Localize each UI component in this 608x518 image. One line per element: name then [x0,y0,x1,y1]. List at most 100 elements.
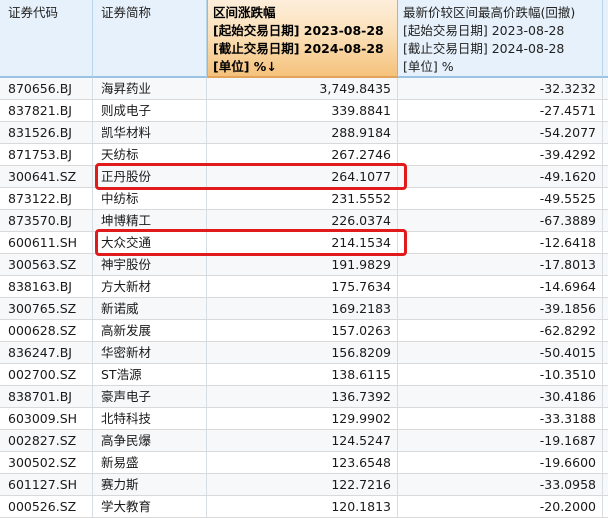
cell-drawdown[interactable]: -14.6964 [398,276,603,297]
cell-drawdown[interactable]: -54.2077 [398,122,603,143]
cell-name[interactable]: 则成电子 [93,100,207,121]
cell-code[interactable]: 600611.SH [0,232,93,253]
cell-interval_change[interactable]: 120.1813 [207,496,398,517]
table-row[interactable]: 002700.SZ ST浩源 138.6115 -10.3510 [0,364,608,386]
column-header-interval-change[interactable]: 区间涨跌幅 [起始交易日期] 2023-08-28 [截止交易日期] 2024-… [207,0,398,78]
cell-code[interactable]: 000526.SZ [0,496,93,517]
cell-code[interactable]: 000628.SZ [0,320,93,341]
cell-code[interactable]: 002827.SZ [0,430,93,451]
cell-name[interactable]: 高新发展 [93,320,207,341]
cell-interval_change[interactable]: 124.5247 [207,430,398,451]
cell-interval_change[interactable]: 138.6115 [207,364,398,385]
cell-name[interactable]: 大众交通 [93,232,207,253]
cell-drawdown[interactable]: -27.4571 [398,100,603,121]
cell-drawdown[interactable]: -19.1687 [398,430,603,451]
cell-interval_change[interactable]: 129.9902 [207,408,398,429]
table-row[interactable]: 000628.SZ 高新发展 157.0263 -62.8292 [0,320,608,342]
table-row[interactable]: 601127.SH 赛力斯 122.7216 -33.0958 [0,474,608,496]
cell-interval_change[interactable]: 191.9829 [207,254,398,275]
table-row[interactable]: 300641.SZ 正丹股份 264.1077 -49.1620 [0,163,608,190]
cell-drawdown[interactable]: -50.4015 [398,342,603,363]
cell-interval_change[interactable]: 136.7392 [207,386,398,407]
cell-name[interactable]: 豪声电子 [93,386,207,407]
cell-drawdown[interactable]: -20.2000 [398,496,603,517]
cell-interval_change[interactable]: 288.9184 [207,122,398,143]
cell-code[interactable]: 002700.SZ [0,364,93,385]
cell-name[interactable]: 正丹股份 [93,166,207,187]
column-header-drawdown[interactable]: 最新价较区间最高价跌幅(回撤) [起始交易日期] 2023-08-28 [截止交… [398,0,603,78]
cell-drawdown[interactable]: -17.8013 [398,254,603,275]
cell-name[interactable]: 神宇股份 [93,254,207,275]
cell-code[interactable]: 300765.SZ [0,298,93,319]
cell-interval_change[interactable]: 156.8209 [207,342,398,363]
cell-name[interactable]: 赛力斯 [93,474,207,495]
table-row[interactable]: 300563.SZ 神宇股份 191.9829 -17.8013 [0,254,608,276]
table-row[interactable]: 838163.BJ 方大新材 175.7634 -14.6964 [0,276,608,298]
table-row[interactable]: 873570.BJ 坤博精工 226.0374 -67.3889 [0,210,608,232]
table-row[interactable]: 300502.SZ 新易盛 123.6548 -19.6600 [0,452,608,474]
cell-name[interactable]: 高争民爆 [93,430,207,451]
sort-descending-icon[interactable]: ↓ [266,59,276,74]
table-row[interactable]: 600611.SH 大众交通 214.1534 -12.6418 [0,229,608,256]
cell-drawdown[interactable]: -33.3188 [398,408,603,429]
cell-drawdown[interactable]: -30.4186 [398,386,603,407]
table-row[interactable]: 836247.BJ 华密新材 156.8209 -50.4015 [0,342,608,364]
column-header-code[interactable]: 证券代码 [0,0,93,78]
cell-name[interactable]: 华密新材 [93,342,207,363]
cell-code[interactable]: 831526.BJ [0,122,93,143]
cell-name[interactable]: 方大新材 [93,276,207,297]
table-row[interactable]: 603009.SH 北特科技 129.9902 -33.3188 [0,408,608,430]
table-row[interactable]: 873122.BJ 中纺标 231.5552 -49.5525 [0,188,608,210]
cell-interval_change[interactable]: 264.1077 [207,166,398,187]
table-row[interactable]: 002827.SZ 高争民爆 124.5247 -19.1687 [0,430,608,452]
cell-interval_change[interactable]: 175.7634 [207,276,398,297]
cell-code[interactable]: 873570.BJ [0,210,93,231]
cell-name[interactable]: ST浩源 [93,364,207,385]
cell-drawdown[interactable]: -33.0958 [398,474,603,495]
cell-drawdown[interactable]: -10.3510 [398,364,603,385]
cell-code[interactable]: 871753.BJ [0,144,93,165]
cell-code[interactable]: 838163.BJ [0,276,93,297]
cell-interval_change[interactable]: 231.5552 [207,188,398,209]
cell-code[interactable]: 300641.SZ [0,166,93,187]
cell-drawdown[interactable]: -49.1620 [398,166,603,187]
cell-code[interactable]: 838701.BJ [0,386,93,407]
cell-name[interactable]: 中纺标 [93,188,207,209]
cell-name[interactable]: 凯华材料 [93,122,207,143]
cell-code[interactable]: 601127.SH [0,474,93,495]
cell-code[interactable]: 836247.BJ [0,342,93,363]
cell-name[interactable]: 海昇药业 [93,78,207,99]
cell-name[interactable]: 坤博精工 [93,210,207,231]
table-row[interactable]: 871753.BJ 天纺标 267.2746 -39.4292 [0,144,608,166]
table-row[interactable]: 837821.BJ 则成电子 339.8841 -27.4571 [0,100,608,122]
cell-interval_change[interactable]: 226.0374 [207,210,398,231]
table-row[interactable]: 838701.BJ 豪声电子 136.7392 -30.4186 [0,386,608,408]
cell-interval_change[interactable]: 339.8841 [207,100,398,121]
cell-code[interactable]: 837821.BJ [0,100,93,121]
cell-name[interactable]: 新易盛 [93,452,207,473]
table-row[interactable]: 870656.BJ 海昇药业 3,749.8435 -32.3232 [0,78,608,100]
cell-drawdown[interactable]: -39.4292 [398,144,603,165]
cell-drawdown[interactable]: -49.5525 [398,188,603,209]
cell-name[interactable]: 新诺威 [93,298,207,319]
cell-code[interactable]: 300563.SZ [0,254,93,275]
cell-drawdown[interactable]: -12.6418 [398,232,603,253]
cell-name[interactable]: 天纺标 [93,144,207,165]
table-row[interactable]: 300765.SZ 新诺威 169.2183 -39.1856 [0,298,608,320]
cell-code[interactable]: 870656.BJ [0,78,93,99]
cell-drawdown[interactable]: -67.3889 [398,210,603,231]
cell-name[interactable]: 北特科技 [93,408,207,429]
cell-drawdown[interactable]: -62.8292 [398,320,603,341]
cell-code[interactable]: 300502.SZ [0,452,93,473]
cell-interval_change[interactable]: 214.1534 [207,232,398,253]
cell-code[interactable]: 603009.SH [0,408,93,429]
cell-drawdown[interactable]: -19.6600 [398,452,603,473]
cell-interval_change[interactable]: 157.0263 [207,320,398,341]
cell-code[interactable]: 873122.BJ [0,188,93,209]
cell-drawdown[interactable]: -32.3232 [398,78,603,99]
table-row[interactable]: 000526.SZ 学大教育 120.1813 -20.2000 [0,496,608,518]
cell-interval_change[interactable]: 3,749.8435 [207,78,398,99]
cell-interval_change[interactable]: 123.6548 [207,452,398,473]
cell-interval_change[interactable]: 122.7216 [207,474,398,495]
cell-interval_change[interactable]: 169.2183 [207,298,398,319]
